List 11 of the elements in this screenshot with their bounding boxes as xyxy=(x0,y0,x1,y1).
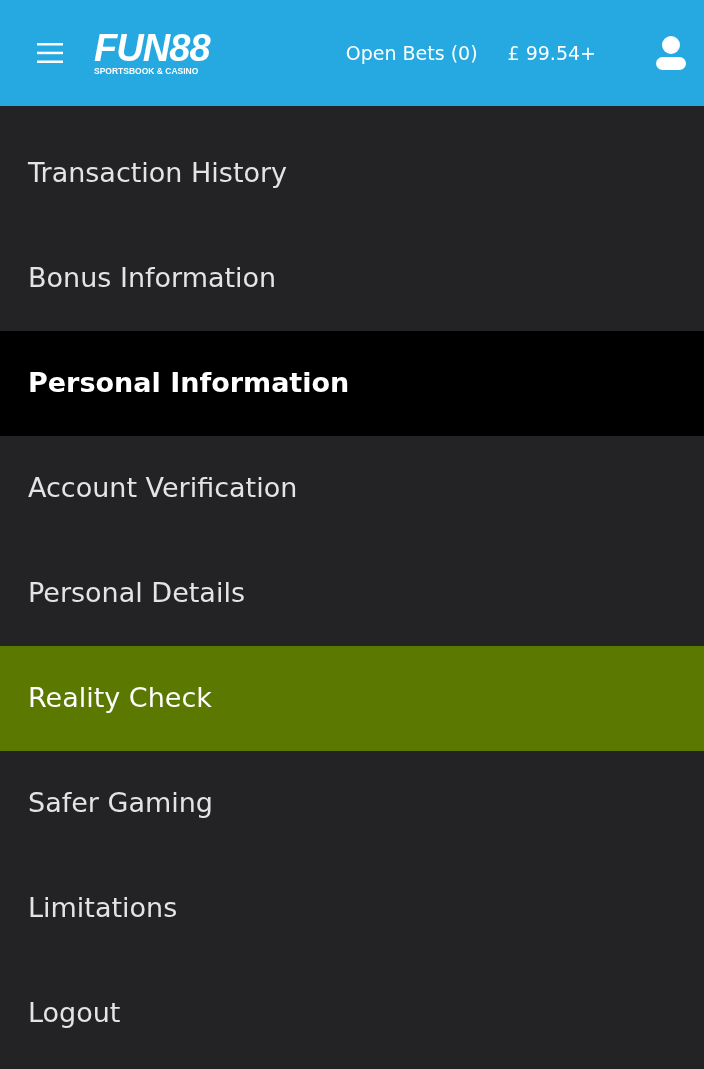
menu-item[interactable]: Account Verification xyxy=(0,436,704,541)
menu-item[interactable]: Personal Details xyxy=(0,541,704,646)
menu-item[interactable]: Logout xyxy=(0,961,704,1066)
menu-item[interactable]: Safer Gaming xyxy=(0,751,704,856)
user-icon[interactable] xyxy=(656,36,686,70)
menu-item[interactable]: Limitations xyxy=(0,856,704,961)
menu-icon[interactable] xyxy=(37,43,63,63)
menu-item[interactable]: Reality Check xyxy=(0,646,704,751)
section-heading: Personal Information xyxy=(0,331,704,436)
menu-item[interactable]: Transaction History xyxy=(0,121,704,226)
menu-item[interactable]: Bonus Information xyxy=(0,226,704,331)
